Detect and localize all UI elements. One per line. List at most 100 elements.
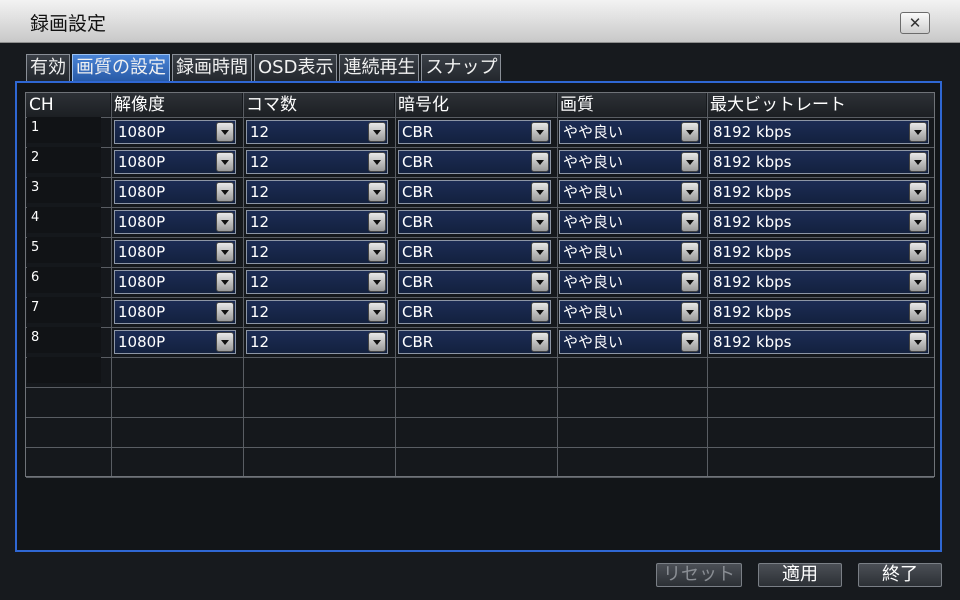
tab-snapshot[interactable]: スナップ — [421, 54, 502, 81]
chevron-down-icon[interactable] — [681, 242, 699, 262]
chevron-down-icon[interactable] — [216, 332, 234, 352]
chevron-down-icon[interactable] — [531, 182, 549, 202]
resolution-dropdown[interactable]: 1080P — [114, 240, 236, 264]
chevron-down-icon[interactable] — [909, 152, 927, 172]
encoding-dropdown[interactable]: CBR — [398, 210, 551, 234]
chevron-down-icon[interactable] — [368, 212, 386, 232]
chevron-down-icon[interactable] — [531, 122, 549, 142]
dropdown-value: 8192 kbps — [713, 303, 792, 321]
tab-continuous-playback[interactable]: 連続再生 — [339, 54, 420, 81]
encoding-dropdown[interactable]: CBR — [398, 330, 551, 354]
chevron-down-icon[interactable] — [368, 242, 386, 262]
chevron-down-icon[interactable] — [909, 242, 927, 262]
chevron-down-icon[interactable] — [531, 242, 549, 262]
chevron-down-icon[interactable] — [531, 152, 549, 172]
bitrate-dropdown[interactable]: 8192 kbps — [709, 240, 929, 264]
chevron-down-icon[interactable] — [909, 182, 927, 202]
fps-dropdown[interactable]: 12 — [246, 300, 388, 324]
resolution-dropdown[interactable]: 1080P — [114, 180, 236, 204]
chevron-down-icon[interactable] — [681, 212, 699, 232]
chevron-down-icon[interactable] — [368, 122, 386, 142]
chevron-down-icon[interactable] — [216, 182, 234, 202]
chevron-down-icon[interactable] — [216, 212, 234, 232]
encoding-dropdown[interactable]: CBR — [398, 270, 551, 294]
chevron-down-icon[interactable] — [909, 212, 927, 232]
encoding-dropdown[interactable]: CBR — [398, 120, 551, 144]
tab-enable[interactable]: 有効 — [26, 54, 70, 81]
bitrate-dropdown[interactable]: 8192 kbps — [709, 270, 929, 294]
chevron-down-icon[interactable] — [368, 332, 386, 352]
chevron-down-icon[interactable] — [368, 272, 386, 292]
chevron-down-icon[interactable] — [909, 332, 927, 352]
dropdown-value: 1080P — [118, 303, 166, 321]
quality-dropdown[interactable]: やや良い — [559, 240, 701, 264]
fps-dropdown[interactable]: 12 — [246, 150, 388, 174]
quality-dropdown[interactable]: やや良い — [559, 180, 701, 204]
fps-dropdown[interactable]: 12 — [246, 120, 388, 144]
dropdown-value: CBR — [402, 183, 434, 201]
bitrate-dropdown[interactable]: 8192 kbps — [709, 330, 929, 354]
tab-quality-settings[interactable]: 画質の設定 — [72, 54, 170, 81]
quality-dropdown[interactable]: やや良い — [559, 270, 701, 294]
quality-dropdown[interactable]: やや良い — [559, 210, 701, 234]
fps-dropdown[interactable]: 12 — [246, 240, 388, 264]
quality-dropdown[interactable]: やや良い — [559, 330, 701, 354]
resolution-dropdown[interactable]: 1080P — [114, 300, 236, 324]
resolution-dropdown[interactable]: 1080P — [114, 210, 236, 234]
chevron-down-icon[interactable] — [216, 152, 234, 172]
exit-button[interactable]: 終了 — [858, 563, 942, 587]
dropdown-value: 1080P — [118, 243, 166, 261]
dropdown-value: 1080P — [118, 153, 166, 171]
chevron-down-icon[interactable] — [216, 242, 234, 262]
fps-dropdown[interactable]: 12 — [246, 180, 388, 204]
resolution-dropdown[interactable]: 1080P — [114, 150, 236, 174]
quality-dropdown[interactable]: やや良い — [559, 150, 701, 174]
chevron-down-icon[interactable] — [681, 122, 699, 142]
tab-schedule[interactable]: 録画時間 — [172, 54, 252, 81]
header-ch: CH — [26, 93, 110, 117]
encoding-dropdown[interactable]: CBR — [398, 240, 551, 264]
chevron-down-icon[interactable] — [531, 212, 549, 232]
chevron-down-icon[interactable] — [368, 302, 386, 322]
chevron-down-icon[interactable] — [531, 272, 549, 292]
dropdown-value: やや良い — [563, 213, 624, 231]
quality-dropdown[interactable]: やや良い — [559, 300, 701, 324]
bitrate-dropdown[interactable]: 8192 kbps — [709, 120, 929, 144]
row-divider — [26, 267, 934, 268]
resolution-dropdown[interactable]: 1080P — [114, 330, 236, 354]
resolution-dropdown[interactable]: 1080P — [114, 270, 236, 294]
chevron-down-icon[interactable] — [681, 182, 699, 202]
chevron-down-icon[interactable] — [216, 122, 234, 142]
chevron-down-icon[interactable] — [216, 272, 234, 292]
fps-dropdown[interactable]: 12 — [246, 270, 388, 294]
dropdown-value: やや良い — [563, 303, 624, 321]
tab-osd[interactable]: OSD表示 — [254, 54, 338, 81]
chevron-down-icon[interactable] — [681, 272, 699, 292]
bitrate-dropdown[interactable]: 8192 kbps — [709, 300, 929, 324]
chevron-down-icon[interactable] — [368, 152, 386, 172]
chevron-down-icon[interactable] — [909, 122, 927, 142]
bitrate-dropdown[interactable]: 8192 kbps — [709, 180, 929, 204]
fps-dropdown[interactable]: 12 — [246, 330, 388, 354]
chevron-down-icon[interactable] — [909, 302, 927, 322]
chevron-down-icon[interactable] — [216, 302, 234, 322]
quality-dropdown[interactable]: やや良い — [559, 120, 701, 144]
chevron-down-icon[interactable] — [531, 332, 549, 352]
reset-button[interactable]: リセット — [656, 563, 742, 587]
bitrate-dropdown[interactable]: 8192 kbps — [709, 210, 929, 234]
chevron-down-icon[interactable] — [531, 302, 549, 322]
chevron-down-icon[interactable] — [681, 152, 699, 172]
apply-button[interactable]: 適用 — [758, 563, 842, 587]
fps-dropdown[interactable]: 12 — [246, 210, 388, 234]
resolution-dropdown[interactable]: 1080P — [114, 120, 236, 144]
close-button[interactable]: ✕ — [900, 12, 930, 34]
chevron-down-icon[interactable] — [368, 182, 386, 202]
encoding-dropdown[interactable]: CBR — [398, 300, 551, 324]
chevron-down-icon[interactable] — [681, 302, 699, 322]
chevron-down-icon[interactable] — [681, 332, 699, 352]
bitrate-dropdown[interactable]: 8192 kbps — [709, 150, 929, 174]
chevron-down-icon[interactable] — [909, 272, 927, 292]
encoding-dropdown[interactable]: CBR — [398, 150, 551, 174]
encoding-dropdown[interactable]: CBR — [398, 180, 551, 204]
row-divider — [26, 147, 934, 148]
